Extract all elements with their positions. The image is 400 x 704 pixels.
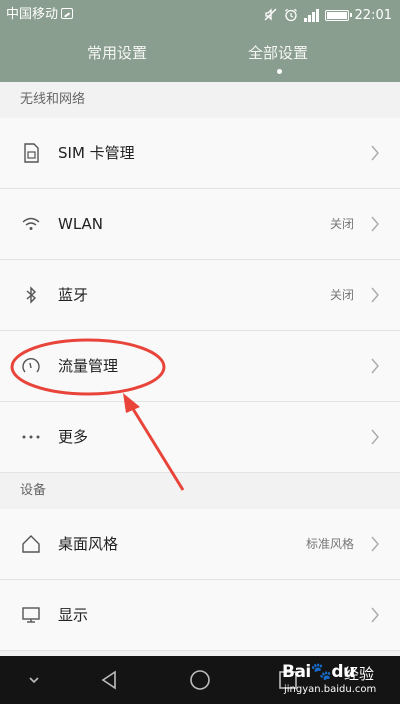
list-item-sim-card[interactable]: SIM 卡管理 (0, 118, 400, 189)
tab-all-settings[interactable]: 全部设置 (248, 40, 308, 66)
list-item-label: SIM 卡管理 (58, 144, 135, 162)
chevron-right-icon (371, 429, 379, 445)
section-header-wireless: 无线和网络 (0, 82, 400, 118)
header-bar: 中国移动 22:01 常用设置 全部设置 (0, 0, 400, 82)
list-item-label: 显示 (58, 606, 89, 624)
list-item-display[interactable]: 显示 (0, 580, 400, 651)
wifi-icon (22, 217, 40, 230)
list-item-label: 更多 (58, 428, 89, 446)
battery-icon (324, 9, 352, 21)
active-tab-indicator (277, 69, 282, 74)
display-icon (22, 607, 40, 623)
home-style-value: 标准风格 (305, 537, 354, 551)
clock: 22:01 (354, 7, 392, 23)
list-item-label: 桌面风格 (58, 535, 119, 553)
list-item-label: 流量管理 (58, 357, 119, 375)
carrier-name: 中国移动 (6, 6, 74, 24)
back-icon[interactable] (98, 668, 122, 692)
more-icon (22, 435, 40, 439)
screenshot-icon (61, 8, 74, 19)
home-icon (22, 535, 40, 553)
wlan-status: 关闭 (329, 217, 354, 231)
list-item-more[interactable]: 更多 (0, 402, 400, 473)
bluetooth-icon (26, 286, 37, 304)
mute-icon (264, 8, 276, 21)
carrier-label: 中国移动 (6, 7, 59, 22)
watermark-text: 经验 (344, 665, 375, 683)
chevron-right-icon (371, 145, 379, 161)
tab-bar: 常用设置 全部设置 (0, 40, 400, 76)
bluetooth-status: 关闭 (329, 288, 354, 302)
chevron-right-icon (371, 287, 379, 303)
chevron-right-icon (371, 216, 379, 232)
list-item-home-style[interactable]: 桌面风格 标准风格 (0, 509, 400, 580)
list-item-data-usage[interactable]: 流量管理 (0, 331, 400, 402)
home-circle-icon[interactable] (188, 668, 212, 692)
list-item-label: 蓝牙 (58, 286, 89, 304)
alarm-icon (284, 8, 297, 22)
status-bar: 中国移动 22:01 (0, 0, 400, 30)
watermark: Bai🐾du 经验 jingyan.baidu.com (282, 652, 394, 700)
section-header-device: 设备 (0, 473, 400, 509)
list-item-label: WLAN (58, 215, 104, 233)
chevron-right-icon (371, 358, 379, 374)
tab-common-settings[interactable]: 常用设置 (87, 40, 147, 66)
status-icons: 22:01 (264, 6, 392, 24)
collapse-icon[interactable] (22, 668, 46, 692)
chevron-right-icon (371, 607, 379, 623)
list-item-bluetooth[interactable]: 蓝牙 关闭 (0, 260, 400, 331)
signal-icon (303, 8, 319, 22)
list-item-wlan[interactable]: WLAN 关闭 (0, 189, 400, 260)
watermark-url: jingyan.baidu.com (284, 684, 377, 695)
sim-card-icon (24, 143, 39, 163)
chevron-right-icon (371, 536, 379, 552)
data-usage-icon (22, 358, 40, 373)
